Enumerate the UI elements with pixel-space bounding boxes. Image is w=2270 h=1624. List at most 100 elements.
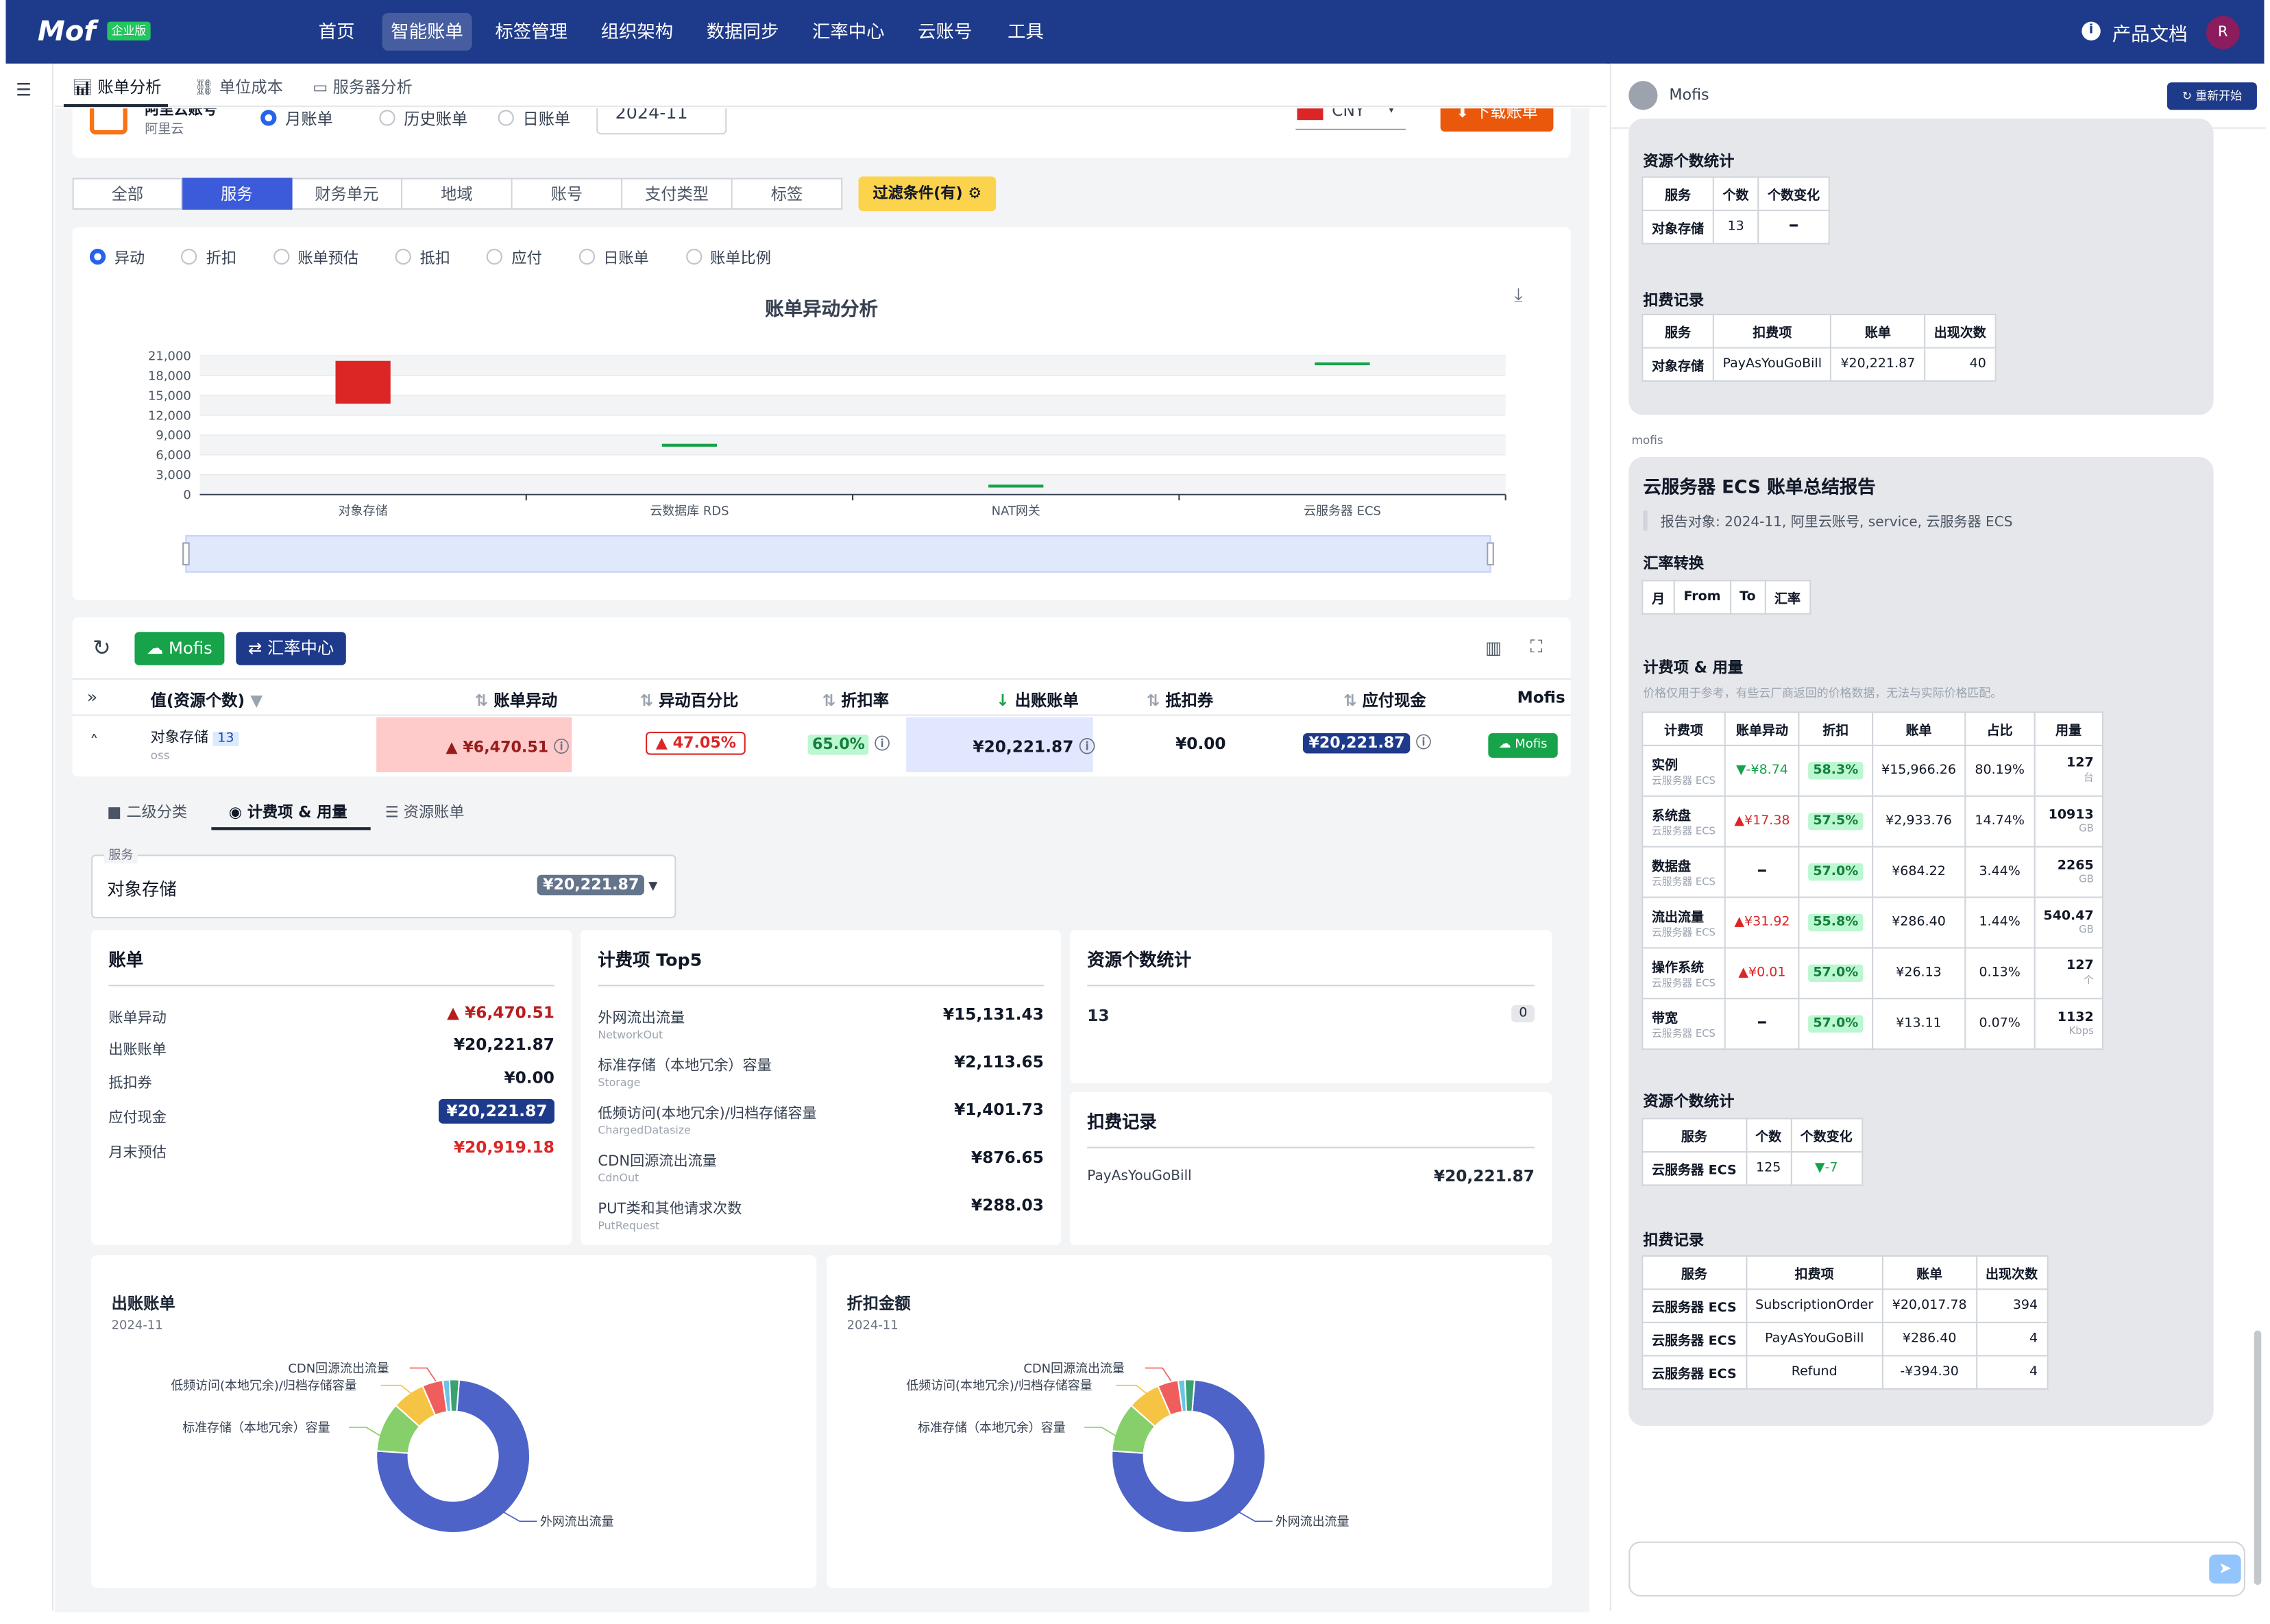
tab-billing-items[interactable]: ◉ 计费项 & 用量 [229, 801, 347, 823]
report-title: 云服务器 ECS 账单总结报告 [1643, 476, 1876, 497]
table-row[interactable]: ˄ 对象存储 13 oss ▲ ¥6,470.51 ⓘ ▲ 47.05% 65.… [73, 717, 1571, 772]
list-item: 标准存储（本地冗余）容量 Storage ¥2,113.65 [598, 1053, 1044, 1090]
tab-resource-bill[interactable]: ☰ 资源账单 [385, 801, 465, 823]
download-bill-button[interactable]: ⬇ 下载账单 [1440, 108, 1554, 132]
nav-org-structure[interactable]: 组织架构 [592, 13, 682, 51]
col-change[interactable]: ⇅ 账单异动 [475, 689, 557, 712]
fx-table: 月 From To 汇率 [1642, 580, 1811, 615]
y-tick-label: 21,000 [148, 349, 191, 363]
menu-toggle-icon[interactable]: ☰ [16, 79, 32, 100]
refresh-icon[interactable]: ↻ [93, 635, 111, 661]
donut2-label-cdn: CDN回源流出流量 [1023, 1362, 1125, 1377]
bill-row-label: 应付现金 [108, 1110, 167, 1127]
radio-monthly[interactable]: 月账单 [260, 108, 333, 130]
chat-bubble: 资源个数统计 服务 个数 个数变化 对象存储 13 ━ 扣费记录 服务 扣费项 账单 出现次数… [1628, 119, 2214, 415]
chat-input[interactable] [1628, 1541, 2246, 1597]
chart-zoom-slider[interactable] [182, 534, 1494, 573]
col-cash[interactable]: ⇅ 应付现金 [1343, 689, 1426, 712]
left-collapsed-sidebar [5, 63, 54, 1611]
edition-badge: 企业版 [107, 21, 151, 41]
col-bill[interactable]: ↓ 出账账单 [996, 689, 1078, 712]
deduct-title: 扣费记录 [1643, 292, 1705, 310]
dim-region[interactable]: 地域 [402, 177, 513, 210]
fullscreen-icon[interactable]: ⛶ [1530, 637, 1543, 659]
info-icon[interactable]: ⓘ [554, 739, 569, 756]
info-icon[interactable]: i [2082, 21, 2101, 41]
grid-band [199, 474, 1506, 495]
month-picker[interactable]: 2024-11 [596, 108, 727, 135]
service-select[interactable]: 服务 对象存储 ¥20,221.87 ▼ [91, 846, 676, 919]
dim-payment-type[interactable]: 支付类型 [622, 177, 733, 210]
dim-account[interactable]: 账号 [512, 177, 623, 210]
zoom-handle-left[interactable] [182, 542, 190, 566]
info-icon[interactable]: ⓘ [1079, 737, 1095, 756]
nav-tag-management[interactable]: 标签管理 [487, 13, 576, 51]
main-content[interactable]: 阿里云账号 阿里云 月账单 历史账单 日账单 2024-11 CNY ▼ ⬇ 下… [55, 108, 1590, 1613]
exchange-center-button[interactable]: ⇄ 汇率中心 [236, 632, 346, 665]
tab-bill-analysis[interactable]: 📊︎ 账单分析 [73, 75, 162, 99]
col-discount[interactable]: ⇅ 折扣率 [822, 689, 889, 712]
ecs-deduct-title: 扣费记录 [1643, 1232, 1705, 1250]
donut-slice [448, 1379, 461, 1413]
col-coupon[interactable]: ⇅ 抵扣券 [1147, 689, 1213, 712]
restart-button[interactable]: ↻ 重新开始 [2167, 82, 2257, 110]
category-icon: ■ [107, 804, 127, 822]
table-row: 操作系统 云服务器 ECS ▲¥0.01 57.0% ¥26.13 0.13% 127 个 [1642, 947, 2104, 1000]
app-logo[interactable]: Mof [38, 16, 96, 47]
leader-line [409, 1367, 437, 1381]
nav-exchange-center[interactable]: 汇率中心 [803, 13, 893, 51]
service-select-value: 对象存储 [107, 879, 177, 900]
mofis-avatar [1628, 81, 1658, 110]
col-value[interactable]: 值(资源个数) ▼ [151, 689, 263, 712]
x-tick-label: NAT网关 [992, 504, 1040, 518]
info-icon[interactable]: ⓘ [875, 736, 890, 753]
swap-icon: ⇄ [247, 637, 267, 659]
nav-data-sync[interactable]: 数据同步 [698, 13, 788, 51]
filter-conditions-button[interactable]: 过滤条件(有) ⚙ [858, 176, 997, 212]
expand-all-icon[interactable]: » [87, 687, 98, 707]
table-row: 数据盘 云服务器 ECS ━ 57.0% ¥684.22 3.44% 2265 GB [1642, 846, 2104, 898]
donut2-label-lowfreq: 低频访问(本地冗余)/归档存储容量 [906, 1379, 1093, 1394]
resource-count-delta: 0 [1511, 1005, 1535, 1023]
product-docs-link[interactable]: 产品文档 [2112, 19, 2188, 47]
account-name: 阿里云账号 [145, 108, 217, 119]
radio-history[interactable]: 历史账单 [379, 108, 467, 130]
filter-icon[interactable]: ▼ [250, 691, 263, 710]
y-tick-label: 18,000 [148, 369, 191, 383]
tab-unit-cost[interactable]: ⛓ 单位成本 [194, 75, 283, 99]
nav-smart-bill[interactable]: 智能账单 [382, 12, 472, 51]
tab-server-analysis[interactable]: ▭ 服务器分析 [313, 75, 413, 99]
col-change-pct[interactable]: ⇅ 异动百分比 [640, 689, 739, 712]
nav-home[interactable]: 首页 [310, 13, 363, 51]
divider [1087, 1146, 1535, 1148]
send-icon[interactable]: ➤ [2209, 1554, 2241, 1584]
tab-secondary-category[interactable]: ■ 二级分类 [107, 801, 187, 823]
donut1-label-lowfreq: 低频访问(本地冗余)/归档存储容量 [171, 1379, 357, 1394]
sort-icon: ⇅ [639, 691, 659, 711]
zoom-handle-right[interactable] [1487, 542, 1494, 566]
dim-service[interactable]: 服务 [182, 177, 293, 210]
row-service-name: 对象存储 13 [151, 724, 239, 746]
link-icon: ⛓ [194, 77, 215, 97]
chat-bubble: 云服务器 ECS 账单总结报告 报告对象: 2024-11, 阿里云账号, se… [1628, 456, 2214, 1426]
info-icon[interactable]: ⓘ [1416, 735, 1431, 752]
avatar[interactable]: R [2206, 16, 2240, 49]
bill-row-label: 月末预估 [108, 1145, 167, 1161]
nav-tools[interactable]: 工具 [999, 13, 1052, 51]
columns-icon[interactable]: ▥ [1485, 638, 1502, 659]
count-badge: 13 [212, 731, 239, 746]
collapse-row-icon[interactable]: ˄ [90, 732, 99, 752]
res-card-title: 资源个数统计 [1087, 950, 1192, 971]
nav-cloud-account[interactable]: 云账号 [909, 13, 981, 51]
deduct-item-name: PayAsYouGoBill [1087, 1168, 1192, 1185]
dim-finance-unit[interactable]: 财务单元 [292, 177, 403, 210]
bill-donut-card: 出账账单 2024-11 CDN回源流出流量 低频访问(本地冗余)/归档存储容量… [91, 1255, 817, 1588]
currency-select[interactable]: CNY [1332, 108, 1365, 120]
panel-scrollbar[interactable] [2254, 1330, 2262, 1585]
res-title: 资源个数统计 [1643, 153, 1735, 171]
row-mofis-button[interactable]: ☁ Mofis [1488, 733, 1558, 758]
dim-tag[interactable]: 标签 [732, 177, 843, 210]
radio-daily[interactable]: 日账单 [498, 108, 570, 130]
mofis-button[interactable]: ☁ Mofis [134, 632, 225, 665]
dim-all[interactable]: 全部 [72, 177, 183, 210]
